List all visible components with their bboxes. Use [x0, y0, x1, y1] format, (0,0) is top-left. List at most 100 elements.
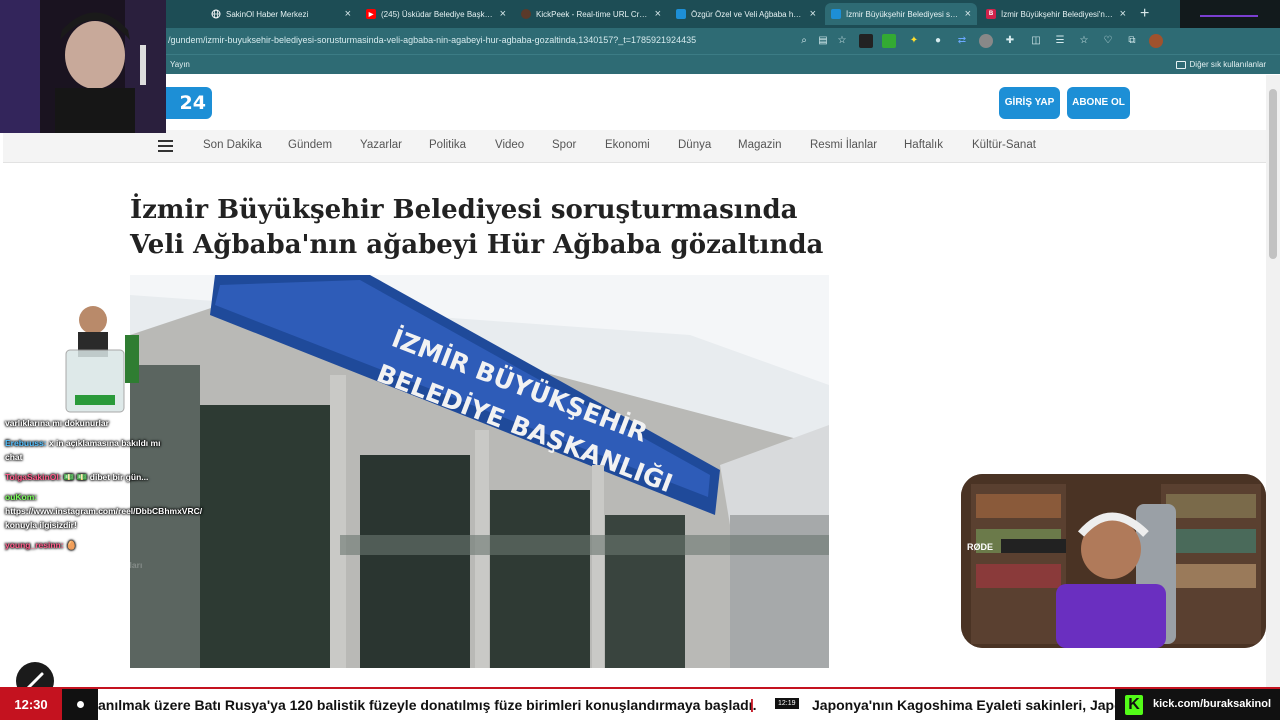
close-icon[interactable]: ×: [655, 8, 661, 20]
split-view-icon[interactable]: ◫: [1029, 34, 1043, 48]
site-logo[interactable]: 24: [160, 87, 212, 119]
tab-5-active[interactable]: İzmir Büyükşehir Belediyesi soruş ×: [825, 3, 977, 25]
url-field[interactable]: /gundem/izmir-buyuksehir-belediyesi-soru…: [168, 35, 696, 45]
favorite-star-icon[interactable]: ☆: [835, 34, 849, 48]
kick-logo-icon: K: [1125, 695, 1143, 715]
hamburger-menu-icon[interactable]: [158, 140, 173, 152]
screenshot-icon[interactable]: ⧉: [1125, 34, 1139, 48]
host-webcam: RØDE: [961, 474, 1266, 648]
subscribe-button[interactable]: ABONE OL: [1067, 87, 1130, 119]
chat-message: TolgaSakinOl: 💵 💵 dibet bir gün...: [5, 470, 175, 484]
chat-username: TolgaSakinOl:: [5, 472, 62, 482]
ticker-bullet: [62, 689, 98, 720]
close-icon[interactable]: ×: [965, 8, 971, 20]
microphone-brand: RØDE: [967, 542, 993, 552]
streamer-webcam: [0, 0, 166, 133]
chat-text: 🥚: [65, 540, 77, 550]
scroll-thumb[interactable]: [1269, 89, 1277, 259]
youtube-icon: ▶: [366, 9, 376, 19]
guest-overlay-image: [30, 300, 152, 418]
extension-icon[interactable]: [859, 34, 873, 48]
chat-message: POYU_KULAKTAN_ZOR mesajları: [5, 558, 175, 572]
chat-username: ouKom:: [5, 492, 38, 502]
nav-ekonomi[interactable]: Ekonomi: [605, 139, 650, 151]
t24-icon: [831, 9, 841, 19]
nav-yazarlar[interactable]: Yazarlar: [360, 139, 402, 151]
extension-icon[interactable]: ✦: [907, 34, 921, 48]
chat-message: ouKom: https://www.instagram.com/reel/Db…: [5, 490, 202, 532]
page-scrollbar[interactable]: [1266, 75, 1280, 687]
login-button[interactable]: GİRİŞ YAP: [999, 87, 1060, 119]
ticker-headline: Japonya'nın Kagoshima Eyaleti sakinleri,…: [812, 697, 1123, 713]
b-icon: B: [986, 9, 996, 19]
extension-icon[interactable]: ●: [931, 34, 945, 48]
nav-haftalik[interactable]: Haftalık: [904, 139, 943, 151]
kick-url: kick.com/buraksakinol: [1153, 698, 1271, 710]
news-ticker: 12:30 anılmak üzere Batı Rusya'ya 120 ba…: [0, 687, 1280, 720]
chat-text: 💵 💵 dibet bir gün...: [63, 472, 149, 482]
tab-title: (245) Üsküdar Belediye Başkanı Sü: [381, 9, 495, 19]
other-bookmarks[interactable]: Diğer sık kullanılanlar: [1175, 60, 1266, 69]
tab-title: İzmir Büyükşehir Belediyesi soruş: [846, 9, 960, 19]
main-nav: Son Dakika Gündem Yazarlar Politika Vide…: [3, 130, 1266, 163]
nav-dunya[interactable]: Dünya: [678, 139, 711, 151]
close-icon[interactable]: ×: [345, 8, 351, 20]
ticker-separator: |: [750, 696, 754, 712]
nav-resmi-ilanlar[interactable]: Resmi İlanlar: [810, 139, 877, 151]
bullet-icon: [77, 701, 84, 708]
nav-son-dakika[interactable]: Son Dakika: [203, 139, 262, 151]
kick-channel-badge: K kick.com/buraksakinol: [1115, 689, 1280, 720]
chat-username: POYU_KULAKTAN_ZOR: [5, 560, 104, 570]
tab-title: KickPeek - Real-time URL Crawler: [536, 9, 650, 19]
globe-icon: [211, 9, 221, 19]
chat-message: young_resinn: 🥚: [5, 538, 175, 552]
tab-6[interactable]: B İzmir Büyükşehir Belediyesi'ne ye ×: [980, 3, 1132, 25]
nav-spor[interactable]: Spor: [552, 139, 576, 151]
folder-icon: [1175, 60, 1186, 69]
nav-video[interactable]: Video: [495, 139, 524, 151]
ticker-headline: anılmak üzere Batı Rusya'ya 120 balistik…: [98, 697, 757, 713]
address-bar: /gundem/izmir-buyuksehir-belediyesi-soru…: [0, 28, 1280, 54]
avatar[interactable]: [1149, 34, 1163, 48]
heart-icon[interactable]: ♡: [1101, 34, 1115, 48]
nav-gundem[interactable]: Gündem: [288, 139, 332, 151]
tab-2[interactable]: ▶ (245) Üsküdar Belediye Başkanı Sü ×: [360, 3, 512, 25]
tab-title: SakinOl Haber Merkezi: [226, 9, 309, 19]
tab-3[interactable]: KickPeek - Real-time URL Crawler ×: [515, 3, 667, 25]
kickpeek-icon: [521, 9, 531, 19]
tab-1[interactable]: SakinOl Haber Merkezi ×: [205, 3, 357, 25]
bookmarks-bar: Yayın Diğer sık kullanılanlar: [0, 54, 1280, 74]
nav-kultur-sanat[interactable]: Kültür-Sanat: [972, 139, 1036, 151]
article-headline: İzmir Büyükşehir Belediyesi soruşturması…: [130, 195, 824, 260]
chat-text: https://www.instagram.com/reel/DbbCBhmxV…: [5, 506, 203, 530]
nav-politika[interactable]: Politika: [429, 139, 466, 151]
close-icon[interactable]: ×: [1120, 8, 1126, 20]
article-hero-image: İZMİR BÜYÜKŞEHİR BELEDİYE BAŞKANLIĞI: [130, 275, 829, 668]
zoom-icon[interactable]: ⌕: [797, 34, 811, 48]
favorites-icon[interactable]: ☰: [1053, 34, 1067, 48]
other-bookmarks-label: Diğer sık kullanılanlar: [1189, 60, 1266, 69]
stream-chat: varlıklarına mı dokunurlar Erebuuss: x i…: [5, 416, 202, 578]
tab-4[interactable]: Özgür Özel ve Veli Ağbaba hakkı ×: [670, 3, 822, 25]
chat-username: young_resinn:: [5, 540, 64, 550]
bookmark-item[interactable]: Yayın: [170, 60, 190, 69]
reader-icon[interactable]: ▤: [816, 34, 830, 48]
collections-icon[interactable]: ☆: [1077, 34, 1091, 48]
extension-icon[interactable]: [882, 34, 896, 48]
chat-message: varlıklarına mı dokunurlar: [5, 416, 175, 430]
extensions-puzzle-icon[interactable]: ✚: [1003, 34, 1017, 48]
ticker-timestamp: 12:19: [775, 698, 799, 709]
close-icon[interactable]: ×: [500, 8, 506, 20]
t24-icon: [676, 9, 686, 19]
translate-icon[interactable]: ⇄: [955, 34, 969, 48]
chat-message: Erebuuss: x in açıklamasına bakıldı mı c…: [5, 436, 175, 464]
extension-icon[interactable]: [979, 34, 993, 48]
new-tab-button[interactable]: +: [1140, 4, 1149, 24]
close-icon[interactable]: ×: [810, 8, 816, 20]
nav-magazin[interactable]: Magazin: [738, 139, 781, 151]
profile-preview: [1180, 0, 1280, 28]
chat-text: varlıklarına mı dokunurlar: [5, 418, 109, 428]
chat-text: mesajları: [105, 560, 143, 570]
clock: 12:30: [0, 689, 62, 720]
tab-title: Özgür Özel ve Veli Ağbaba hakkı: [691, 9, 805, 19]
